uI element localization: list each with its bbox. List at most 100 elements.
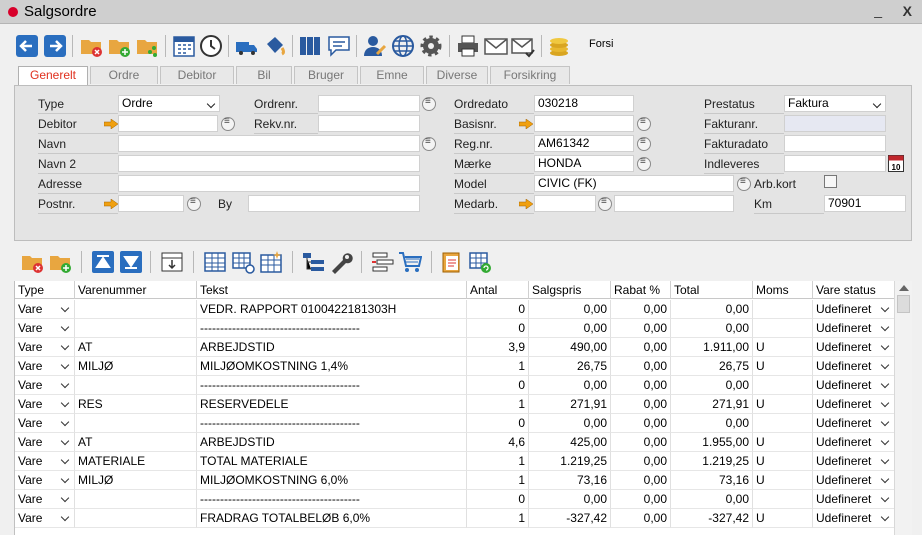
globe-icon[interactable] bbox=[391, 34, 415, 58]
import-table-icon[interactable] bbox=[160, 250, 184, 274]
type-cell[interactable]: Vare bbox=[15, 433, 75, 452]
rabat-cell[interactable]: 0,00 bbox=[611, 338, 671, 357]
tree-list-icon[interactable] bbox=[302, 250, 326, 274]
navn2-field[interactable] bbox=[118, 155, 420, 172]
total-cell[interactable]: 271,91 bbox=[671, 395, 753, 414]
salgspris-cell[interactable]: 26,75 bbox=[529, 357, 611, 376]
table-row[interactable]: Vare ------------------------------------… bbox=[15, 376, 894, 395]
salgspris-cell[interactable]: 490,00 bbox=[529, 338, 611, 357]
rabat-cell[interactable]: 0,00 bbox=[611, 414, 671, 433]
type-cell[interactable]: Vare bbox=[15, 338, 75, 357]
moms-cell[interactable] bbox=[753, 414, 813, 433]
table-row[interactable]: Vare MILJØ MILJØOMKOSTNING 1,4% 1 26,75 0,00 2… bbox=[15, 357, 894, 376]
antal-cell[interactable]: 1 bbox=[467, 395, 529, 414]
type-cell[interactable]: Vare bbox=[15, 509, 75, 528]
medarb-name-field[interactable] bbox=[614, 195, 734, 212]
moms-cell[interactable]: U bbox=[753, 471, 813, 490]
total-cell[interactable]: 1.219,25 bbox=[671, 452, 753, 471]
table-row[interactable]: Vare AT ARBEJDSTID 4,6 425,00 0,00 1.955,00 U Ud… bbox=[15, 433, 894, 452]
grid-vertical-scrollbar[interactable] bbox=[894, 281, 912, 535]
salgspris-cell[interactable]: 73,16 bbox=[529, 471, 611, 490]
table-new-icon[interactable] bbox=[259, 250, 283, 274]
moms-cell[interactable]: U bbox=[753, 338, 813, 357]
debitor-arrow-icon[interactable] bbox=[104, 119, 118, 129]
antal-cell[interactable]: 0 bbox=[467, 300, 529, 319]
salgspris-cell[interactable]: 0,00 bbox=[529, 414, 611, 433]
type-header[interactable]: Type bbox=[15, 281, 75, 299]
navn-field[interactable] bbox=[118, 135, 420, 152]
calendar-icon[interactable] bbox=[172, 34, 196, 58]
salgspris-cell[interactable]: 1.219,25 bbox=[529, 452, 611, 471]
total-header[interactable]: Total bbox=[671, 281, 753, 299]
varenummer-cell[interactable] bbox=[75, 319, 197, 338]
varenummer-cell[interactable]: MILJØ bbox=[75, 357, 197, 376]
km-field[interactable]: 70901 bbox=[824, 195, 906, 212]
antal-cell[interactable]: 1 bbox=[467, 452, 529, 471]
salgspris-header[interactable]: Salgspris bbox=[529, 281, 611, 299]
user-edit-icon[interactable] bbox=[363, 34, 387, 58]
model-lookup-icon[interactable] bbox=[737, 176, 751, 191]
regnr-lookup-icon[interactable] bbox=[637, 136, 651, 151]
tekst-cell[interactable]: ARBEJDSTID bbox=[197, 338, 467, 357]
gear-icon[interactable] bbox=[419, 34, 443, 58]
scroll-thumb[interactable] bbox=[897, 295, 910, 313]
tekst-cell[interactable]: MILJØOMKOSTNING 6,0% bbox=[197, 471, 467, 490]
total-cell[interactable]: 0,00 bbox=[671, 414, 753, 433]
moms-cell[interactable]: U bbox=[753, 357, 813, 376]
total-cell[interactable]: 0,00 bbox=[671, 319, 753, 338]
varenummer-cell[interactable]: MILJØ bbox=[75, 471, 197, 490]
chat-icon[interactable] bbox=[327, 34, 351, 58]
move-bottom-icon[interactable] bbox=[119, 250, 143, 274]
vare-status-cell[interactable]: Udefineret bbox=[813, 357, 894, 376]
rabat-cell[interactable]: 0,00 bbox=[611, 300, 671, 319]
tekst-header[interactable]: Tekst bbox=[197, 281, 467, 299]
indleveres-field[interactable] bbox=[784, 155, 886, 172]
moms-cell[interactable]: U bbox=[753, 452, 813, 471]
type-cell[interactable]: Vare bbox=[15, 452, 75, 471]
vare-status-cell[interactable]: Udefineret bbox=[813, 471, 894, 490]
rabat-cell[interactable]: 0,00 bbox=[611, 376, 671, 395]
adresse-field[interactable] bbox=[118, 175, 420, 192]
tekst-cell[interactable]: ---------------------------------------- bbox=[197, 376, 467, 395]
regnr-field[interactable]: AM61342 bbox=[534, 135, 634, 152]
salgspris-cell[interactable]: 0,00 bbox=[529, 376, 611, 395]
navn-lookup-icon[interactable] bbox=[422, 136, 436, 151]
type-select[interactable]: Ordre bbox=[118, 95, 220, 112]
basisnr-lookup-icon[interactable] bbox=[637, 116, 651, 131]
forward-icon[interactable] bbox=[43, 34, 67, 58]
table-row[interactable]: Vare RES RESERVEDELE 1 271,91 0,00 271,91 U Udef… bbox=[15, 395, 894, 414]
delete-line-folder-icon[interactable] bbox=[20, 250, 44, 274]
scroll-up-icon[interactable] bbox=[899, 285, 909, 291]
rabat-cell[interactable]: 0,00 bbox=[611, 319, 671, 338]
moms-cell[interactable] bbox=[753, 300, 813, 319]
tekst-cell[interactable]: ARBEJDSTID bbox=[197, 433, 467, 452]
vare-status-cell[interactable]: Udefineret bbox=[813, 452, 894, 471]
rabat-cell[interactable]: 0,00 bbox=[611, 357, 671, 376]
printer-icon[interactable] bbox=[456, 34, 480, 58]
salgspris-cell[interactable]: 425,00 bbox=[529, 433, 611, 452]
tab-debitor[interactable]: Debitor bbox=[160, 66, 234, 84]
vare-status-cell[interactable]: Udefineret bbox=[813, 300, 894, 319]
truck-icon[interactable] bbox=[235, 34, 259, 58]
rabat-cell[interactable]: 0,00 bbox=[611, 471, 671, 490]
new-folder-icon[interactable] bbox=[107, 34, 131, 58]
tekst-cell[interactable]: VEDR. RAPPORT 0100422181303H bbox=[197, 300, 467, 319]
medarb-arrow-icon[interactable] bbox=[519, 199, 533, 209]
tab-bil[interactable]: Bil bbox=[236, 66, 292, 84]
antal-cell[interactable]: 0 bbox=[467, 490, 529, 509]
wrench-icon[interactable] bbox=[329, 250, 353, 274]
table-row[interactable]: Vare ------------------------------------… bbox=[15, 490, 894, 509]
tab-generelt[interactable]: Generelt bbox=[18, 66, 88, 86]
antal-cell[interactable]: 3,9 bbox=[467, 338, 529, 357]
vare-status-cell[interactable]: Udefineret bbox=[813, 433, 894, 452]
tab-emne[interactable]: Emne bbox=[360, 66, 424, 84]
postnr-lookup-icon[interactable] bbox=[187, 196, 201, 211]
clock-icon[interactable] bbox=[199, 34, 223, 58]
model-field[interactable]: CIVIC (FK) bbox=[534, 175, 734, 192]
varenummer-cell[interactable]: MATERIALE bbox=[75, 452, 197, 471]
varenummer-cell[interactable] bbox=[75, 300, 197, 319]
table-row[interactable]: Vare VEDR. RAPPORT 0100422181303H 0 0,00 0,0… bbox=[15, 300, 894, 319]
clipboard-icon[interactable] bbox=[440, 250, 464, 274]
vare-status-cell[interactable]: Udefineret bbox=[813, 338, 894, 357]
type-cell[interactable]: Vare bbox=[15, 490, 75, 509]
